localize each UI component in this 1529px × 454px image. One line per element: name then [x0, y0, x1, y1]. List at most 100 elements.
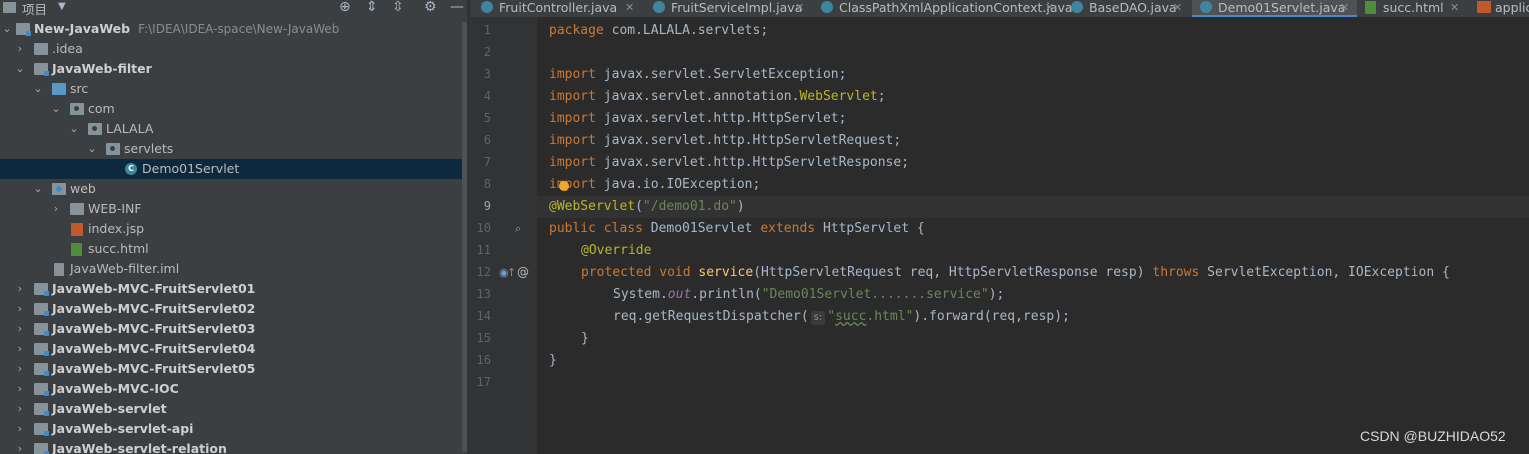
chevron-right-icon[interactable]: ›	[50, 199, 62, 219]
chevron-right-icon[interactable]: ›	[14, 399, 26, 419]
tree-item-module[interactable]: › JavaWeb-servlet-api	[0, 419, 467, 439]
tab-application[interactable]: applica	[1469, 0, 1529, 17]
tree-item-javaweb-filter[interactable]: ⌄ JavaWeb-filter	[0, 59, 467, 79]
tree-item-module[interactable]: › JavaWeb-MVC-IOC	[0, 379, 467, 399]
tab-basedao[interactable]: BaseDAO.java ✕	[1063, 0, 1192, 17]
java-class-icon	[1071, 1, 1083, 13]
tree-item-idea[interactable]: › .idea	[0, 39, 467, 59]
project-folder-icon	[3, 2, 16, 13]
chevron-down-icon[interactable]: ⌄	[32, 79, 44, 99]
editor-tab-bar: FruitController.java ✕ FruitServiceImpl.…	[471, 0, 1529, 17]
project-tree: ⌄ New-JavaWeb F:\IDEA\IDEA-space\New-Java…	[0, 19, 467, 454]
java-class-icon	[481, 1, 493, 13]
tree-item-iml[interactable]: JavaWeb-filter.iml	[0, 259, 467, 279]
module-folder-icon	[34, 303, 49, 316]
code-line-7: import javax.servlet.http.HttpServletRes…	[549, 155, 910, 170]
tree-item-label: JavaWeb-MVC-FruitServlet04	[52, 341, 256, 356]
tree-item-succ-html[interactable]: succ.html	[0, 239, 467, 259]
chevron-right-icon[interactable]: ›	[14, 319, 26, 339]
chevron-down-icon[interactable]: ⌄	[14, 59, 26, 79]
chevron-right-icon[interactable]: ›	[14, 299, 26, 319]
tab-demo01servlet[interactable]: Demo01Servlet.java ✕	[1192, 0, 1357, 17]
iml-file-icon	[54, 263, 64, 276]
line-number: 8	[483, 177, 491, 191]
code-line-13: System.out.println("Demo01Servlet.......…	[613, 287, 1005, 302]
tab-succ-html[interactable]: succ.html ✕	[1357, 0, 1469, 17]
tree-item-demo01servlet[interactable]: C Demo01Servlet	[0, 159, 467, 179]
tree-item-module[interactable]: › JavaWeb-servlet-relation	[0, 439, 467, 454]
chevron-right-icon[interactable]: ›	[14, 359, 26, 379]
project-panel: 项目 ▼ ⊕ ⇕ ⇳ ⚙ — ⌄ New-JavaWeb F:\IDEA\IDEA…	[0, 0, 467, 454]
chevron-down-icon[interactable]: ⌄	[32, 179, 44, 199]
line-number: 13	[476, 287, 491, 301]
chevron-down-icon[interactable]: ⌄	[68, 119, 80, 139]
tree-item-web-inf[interactable]: › WEB-INF	[0, 199, 467, 219]
close-icon[interactable]: ✕	[1173, 0, 1182, 15]
chevron-down-icon[interactable]: ⌄	[1, 19, 13, 39]
tree-item-servlets[interactable]: ⌄ servlets	[0, 139, 467, 159]
chevron-right-icon[interactable]: ›	[14, 39, 26, 59]
code-line-4: import javax.servlet.annotation.WebServl…	[549, 89, 886, 104]
code-line-1: package com.LALALA.servlets;	[549, 23, 769, 38]
xml-file-icon	[1477, 1, 1491, 13]
tab-classpathxmlapplicationcontext[interactable]: ClassPathXmlApplicationContext.java ✕	[813, 0, 1073, 17]
chevron-right-icon[interactable]: ›	[14, 379, 26, 399]
tree-item-label: src	[70, 81, 89, 96]
chevron-right-icon[interactable]: ›	[14, 419, 26, 439]
expand-all-icon[interactable]: ⇕	[366, 0, 378, 15]
tree-item-module[interactable]: › JavaWeb-MVC-FruitServlet05	[0, 359, 467, 379]
at-sign-icon[interactable]: @	[517, 265, 529, 279]
gear-icon[interactable]: ⚙	[424, 0, 437, 15]
hide-panel-icon[interactable]: —	[450, 0, 464, 15]
servlet-mapping-icon[interactable]: ⌕	[515, 222, 521, 236]
close-icon[interactable]: ✕	[1340, 0, 1349, 15]
line-number: 12	[476, 265, 491, 279]
tree-item-com[interactable]: ⌄ com	[0, 99, 467, 119]
chevron-right-icon[interactable]: ›	[14, 279, 26, 299]
tree-item-module[interactable]: › JavaWeb-MVC-FruitServlet03	[0, 319, 467, 339]
tree-item-label: JavaWeb-MVC-FruitServlet01	[52, 281, 256, 296]
html-file-icon	[1365, 1, 1376, 14]
tab-fruitserviceimpl[interactable]: FruitServiceImpl.java ✕	[645, 0, 813, 17]
java-class-icon	[653, 1, 665, 13]
chevron-down-icon[interactable]: ⌄	[50, 99, 62, 119]
tab-fruitcontroller[interactable]: FruitController.java ✕	[473, 0, 645, 17]
tab-label: succ.html	[1383, 0, 1444, 15]
close-icon[interactable]: ✕	[795, 0, 804, 15]
tree-item-web[interactable]: ⌄ web	[0, 179, 467, 199]
line-number: 14	[476, 309, 491, 323]
tree-item-new-javaweb[interactable]: ⌄ New-JavaWeb F:\IDEA\IDEA-space\New-Java…	[0, 19, 467, 39]
module-folder-icon	[34, 403, 49, 416]
tree-item-label: index.jsp	[88, 221, 145, 236]
tree-item-module[interactable]: › JavaWeb-MVC-FruitServlet02	[0, 299, 467, 319]
package-icon	[106, 143, 120, 155]
tree-item-src[interactable]: ⌄ src	[0, 79, 467, 99]
project-panel-title[interactable]: 项目	[22, 0, 47, 18]
tree-item-label: JavaWeb-servlet-relation	[52, 441, 227, 454]
close-icon[interactable]: ✕	[1450, 0, 1459, 15]
dropdown-arrow-icon[interactable]: ▼	[58, 0, 66, 15]
web-folder-icon	[52, 183, 66, 195]
tree-item-module[interactable]: › JavaWeb-MVC-FruitServlet04	[0, 339, 467, 359]
tree-item-lalala[interactable]: ⌄ LALALA	[0, 119, 467, 139]
folder-icon	[34, 43, 48, 55]
code-editor[interactable]: package com.LALALA.servlets; import java…	[537, 17, 1529, 454]
module-folder-icon	[34, 383, 49, 396]
lightbulb-icon[interactable]	[559, 181, 569, 191]
close-icon[interactable]: ✕	[625, 0, 634, 15]
tree-item-index-jsp[interactable]: index.jsp	[0, 219, 467, 239]
tree-item-label: Demo01Servlet	[142, 161, 240, 176]
locate-target-icon[interactable]: ⊕	[339, 0, 351, 15]
code-line-5: import javax.servlet.http.HttpServlet;	[549, 111, 847, 126]
up-arrow-icon[interactable]: ↑	[507, 266, 516, 279]
chevron-right-icon[interactable]: ›	[14, 439, 26, 454]
chevron-right-icon[interactable]: ›	[14, 339, 26, 359]
parameter-hint: s:	[810, 311, 826, 325]
chevron-down-icon[interactable]: ⌄	[86, 139, 98, 159]
close-icon[interactable]: ✕	[1045, 0, 1054, 15]
tree-item-module[interactable]: › JavaWeb-MVC-FruitServlet01	[0, 279, 467, 299]
tree-item-module[interactable]: › JavaWeb-servlet	[0, 399, 467, 419]
package-icon	[88, 123, 102, 135]
line-number: 2	[483, 45, 491, 59]
collapse-all-icon[interactable]: ⇳	[392, 0, 404, 15]
